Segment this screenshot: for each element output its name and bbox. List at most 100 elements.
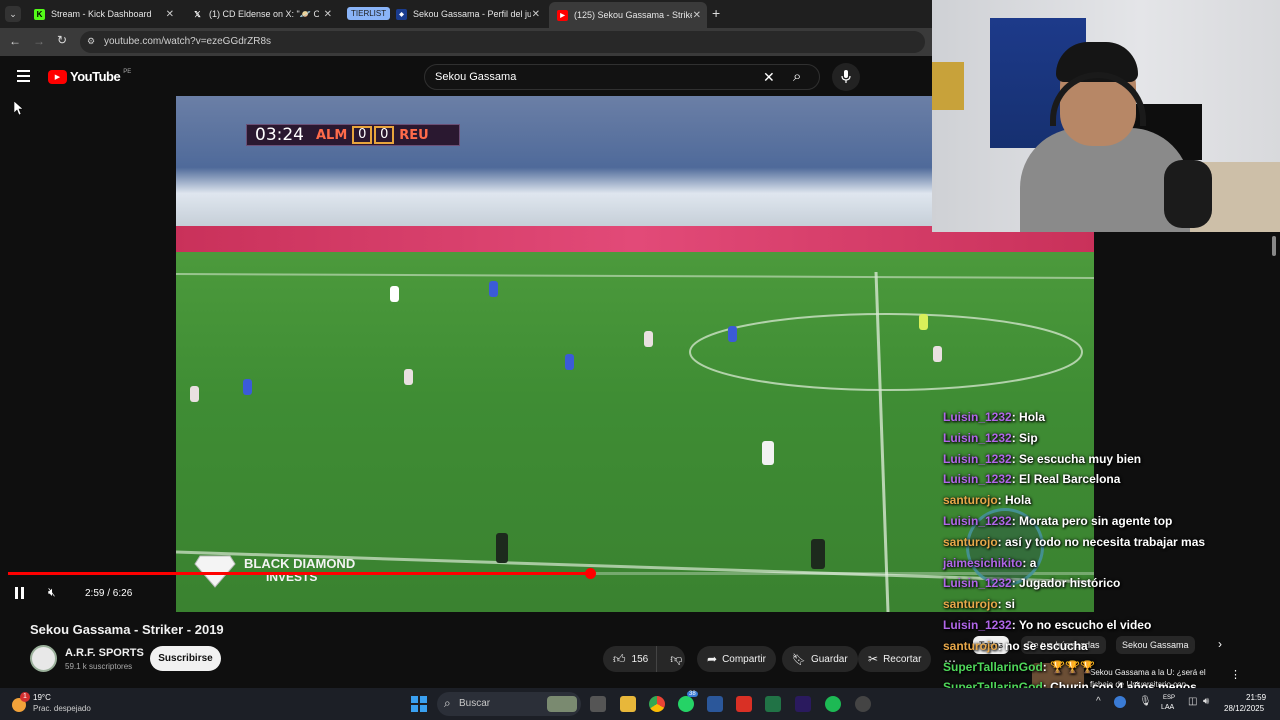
match-clock: 03:24 [255,125,304,145]
chat-username: jaimesichikito [943,555,1023,570]
tab-close-icon[interactable]: ✕ [166,9,174,20]
player [404,369,413,385]
input-layout[interactable]: LAA [1161,704,1174,711]
back-arrow-icon[interactable]: ← [9,34,21,48]
chat-username: Luisin_1232 [943,410,1012,424]
chat-message: Luisin_1232: Se escucha muy bien [943,452,1141,466]
player [190,386,199,402]
taskbar-search[interactable]: ⌕ Buscar [437,692,581,716]
site-info-icon[interactable]: ⚙ [87,36,95,47]
tab-group-tierlist[interactable]: TIERLIST [347,7,391,20]
spotify-icon[interactable] [825,696,841,712]
windows-taskbar: 1 ⌕ Buscar 38 ^ 🎙︎ ◫ 🔊︎ [0,688,1280,720]
pause-icon[interactable] [15,587,24,599]
region-code: PE [123,68,132,75]
streamer-webcam [932,0,1280,232]
chat-username: santurojo [943,597,998,612]
clip-button[interactable]: ✂ Recortar [858,646,932,672]
channel-name[interactable]: A.R.F. SPORTS [65,647,144,659]
windows-start-icon[interactable] [411,696,427,712]
player [243,379,252,395]
save-button[interactable]: 🔖︎ Guardar [782,646,858,672]
system-clock-date[interactable]: 28/12/2025 [1224,704,1264,713]
chat-message: Luisin_1232: Morata pero sin agente top [943,514,1172,528]
chat-username: Luisin_1232 [943,576,1012,591]
clear-search-icon[interactable]: ✕ [763,69,775,86]
search-highlight-image [547,696,577,712]
like-button[interactable]: 👍︎ 156 [603,646,658,672]
dislike-button[interactable]: 👎︎ [662,652,690,667]
chat-text: : 🏆🏆🏆 [1042,659,1095,674]
youtube-play-icon: ▶ [48,69,67,84]
browser-tab-youtube[interactable]: ▶ (125) Sekou Gassama - Striker - ✕ [549,2,707,28]
video-title: Sekou Gassama - Striker - 2019 [30,622,224,637]
whatsapp-icon[interactable] [678,696,694,712]
excel-icon[interactable] [765,696,781,712]
chat-message: Luisin_1232: Jugador histórico [943,576,1120,590]
chat-text: : Sip [1011,430,1038,445]
chat-message: Luisin_1232: Sip [943,431,1038,445]
tray-app-icon[interactable] [1114,696,1126,708]
weather-badge: 1 [20,692,30,702]
search-icon[interactable]: ⌕ [793,68,801,85]
player [644,331,653,347]
share-label: Compartir [722,653,766,665]
premiere-icon[interactable] [795,696,811,712]
weather-temperature: 19°C [33,693,51,702]
input-language[interactable]: ESP [1163,695,1175,701]
share-button[interactable]: ➦ Compartir [697,646,776,672]
chat-message: Luisin_1232: Yo no escucho el video [943,618,1151,632]
chat-text: : no se escucha [997,638,1088,653]
new-tab-plus-icon[interactable]: + [712,5,720,21]
forward-arrow-icon[interactable]: → [33,34,45,48]
task-view-icon[interactable] [590,696,606,712]
subscribe-button[interactable]: Suscribirse [150,646,221,671]
word-icon[interactable] [707,696,723,712]
volume-icon[interactable]: 🔊︎ [1203,696,1209,707]
system-clock-time[interactable]: 21:59 [1246,693,1266,702]
tab-close-icon[interactable]: ✕ [324,9,332,20]
mouse-cursor-icon [13,100,24,120]
voice-search-mic-icon[interactable] [832,63,860,91]
browser-tab-profile[interactable]: ◆ Sekou Gassama - Perfil del jug ✕ [388,3,546,25]
chat-username: Luisin_1232 [943,618,1012,632]
browser-tab-kick[interactable]: K Stream - Kick Dashboard ✕ [26,3,180,25]
kick-icon: K [34,8,45,20]
chat-username: Luisin_1232 [943,451,1012,466]
acrobat-icon[interactable] [736,696,752,712]
tab-close-icon[interactable]: ✕ [693,10,701,21]
player [728,326,737,342]
chat-username: santurojo [943,638,998,653]
chat-username: Luisin_1232 [943,514,1012,528]
browser-tab-x[interactable]: 𝕏 (1) CD Eldense on X: "🪐 OFICI ✕ [184,3,338,25]
tray-chevron-icon[interactable]: ^ [1096,696,1101,707]
player [565,354,574,370]
chat-message: Luisin_1232: El Real Barcelona [943,472,1120,486]
mute-speaker-icon[interactable]: 🔇︎ [48,585,56,600]
youtube-logo[interactable]: ▶ YouTube PE [48,69,131,84]
chat-text: : El Real Barcelona [1011,472,1121,487]
away-team: REU [399,127,429,143]
search-box[interactable]: Sekou Gassama ✕ ⌕ [424,64,820,90]
app-icon[interactable] [855,696,871,712]
chat-text: : Hola [997,493,1032,508]
thumbs-down-icon: 👎︎ [670,651,683,666]
menu-hamburger-icon[interactable] [17,70,30,82]
tab-list-chevron-icon[interactable]: ⌄ [5,6,21,22]
tab-close-icon[interactable]: ✕ [532,9,540,20]
channel-avatar[interactable] [30,645,57,672]
search-input[interactable]: Sekou Gassama [435,71,516,83]
scrollbar[interactable] [1272,236,1276,256]
chat-text: : Jugador histórico [1011,576,1121,591]
file-explorer-icon[interactable] [620,696,636,712]
reload-icon[interactable]: ↻ [57,33,67,47]
chat-username: Luisin_1232 [943,430,1012,445]
tab-label: (1) CD Eldense on X: "🪐 OFICI [209,8,319,19]
like-dislike-group: 👍︎ 156 👎︎ [603,646,685,672]
player [496,533,508,563]
chrome-icon[interactable] [649,696,665,712]
url-bar[interactable]: ⚙ youtube.com/watch?v=ezeGGdrZR8s [80,31,925,53]
wifi-icon[interactable]: ◫ [1188,696,1197,707]
player [933,346,942,362]
tray-mic-icon[interactable]: 🎙︎ [1139,696,1152,707]
